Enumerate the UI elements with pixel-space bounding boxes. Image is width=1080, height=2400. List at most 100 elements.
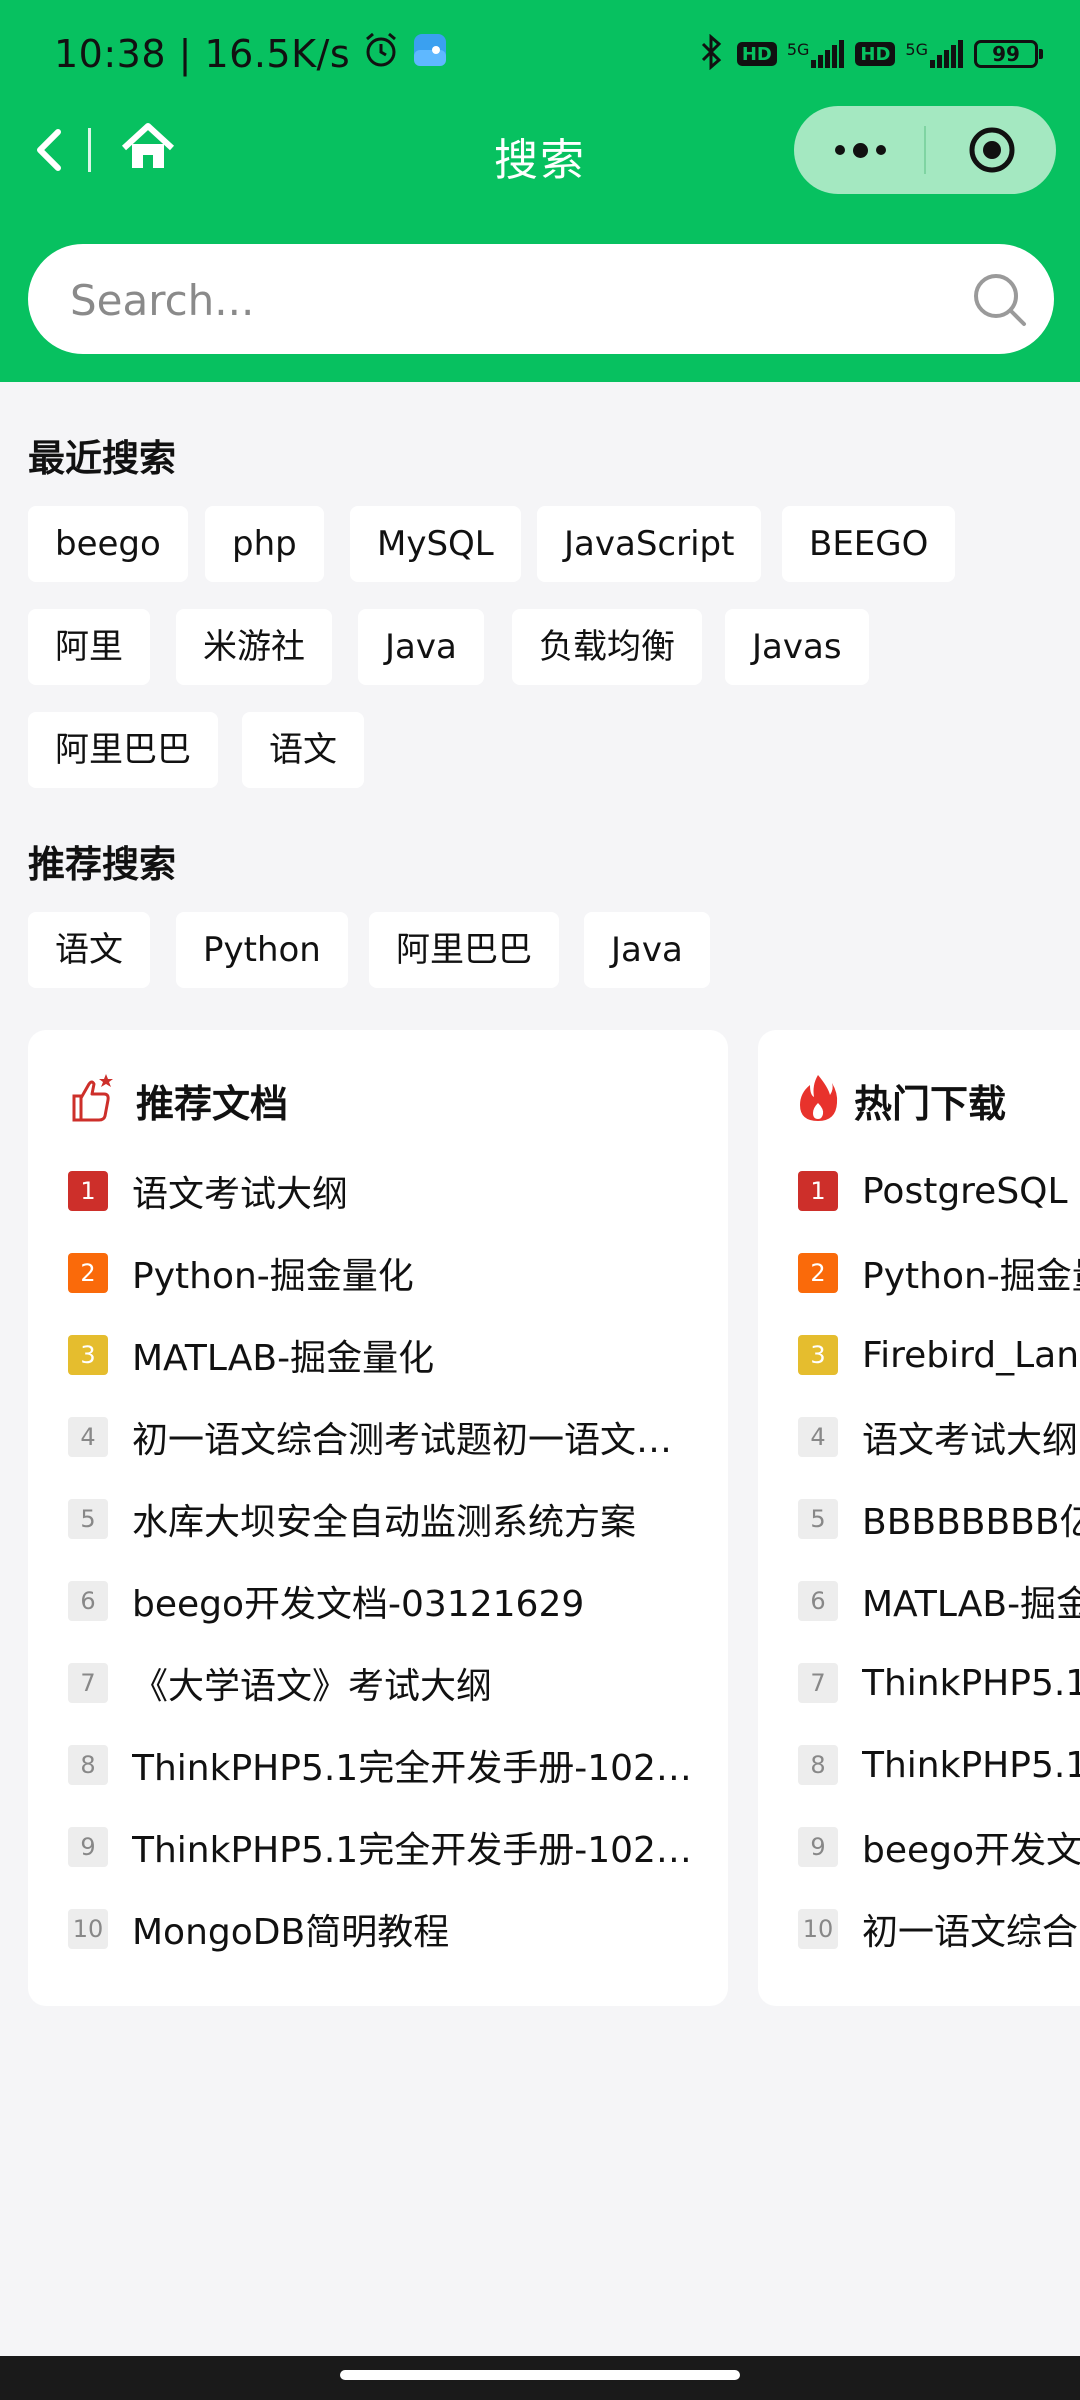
item-title: ThinkPHP5.1 <box>862 1662 1080 1704</box>
list-item[interactable]: 7 ThinkPHP5.1 <box>798 1642 1080 1724</box>
search-tag[interactable]: Javas <box>725 609 869 685</box>
rank-badge: 2 <box>798 1253 838 1293</box>
item-title: beego开发文档 <box>862 1830 1080 1871</box>
card-title: 推荐文档 <box>136 1081 289 1126</box>
list-item[interactable]: 8 ThinkPHP5.1 <box>798 1724 1080 1806</box>
status-time: 10:38 <box>54 32 167 76</box>
search-tag[interactable]: 语文 <box>28 912 150 988</box>
list-item[interactable]: 7 《大学语文》考试大纲 <box>68 1642 492 1724</box>
search-tag[interactable]: 米游社 <box>176 609 332 685</box>
list-item[interactable]: 9 beego开发文档 <box>798 1806 1080 1888</box>
search-tag[interactable]: 负载均衡 <box>512 609 702 685</box>
item-title: 初一语文综合测考试题初一语文… <box>132 1420 673 1461</box>
search-tag[interactable]: php <box>205 506 324 582</box>
fire-icon <box>798 1073 838 1127</box>
search-tag[interactable]: 阿里巴巴 <box>28 712 218 788</box>
list-item[interactable]: 5 BBBBBBBB亿 <box>798 1478 1080 1560</box>
hd-badge: HD <box>736 42 777 66</box>
rank-badge: 9 <box>68 1827 108 1867</box>
list-item[interactable]: 8 ThinkPHP5.1完全开发手册-102… <box>68 1724 692 1806</box>
list-item[interactable]: 6 beego开发文档-03121629 <box>68 1560 584 1642</box>
rank-badge: 5 <box>68 1499 108 1539</box>
list-item[interactable]: 10 初一语文综合 <box>798 1888 1078 1970</box>
battery-icon: 99 <box>974 40 1043 68</box>
list-item[interactable]: 4 语文考试大纲 <box>798 1396 1078 1478</box>
item-title: Python-掘金量 <box>862 1256 1080 1297</box>
list-item[interactable]: 10 MongoDB简明教程 <box>68 1888 449 1970</box>
capsule-divider <box>924 126 926 174</box>
rank-badge: 1 <box>798 1171 838 1211</box>
hd-badge-2: HD <box>855 42 896 66</box>
alarm-icon <box>362 31 400 78</box>
list-item[interactable]: 4 初一语文综合测考试题初一语文… <box>68 1396 672 1478</box>
status-separator: | <box>166 32 205 76</box>
signal-5g-icon-2: 5G <box>905 40 964 68</box>
rank-badge: 6 <box>798 1581 838 1621</box>
rank-badge: 8 <box>68 1745 108 1785</box>
status-speed: 16.5K/s <box>204 32 351 76</box>
search-bar[interactable] <box>28 244 1054 356</box>
rank-badge: 7 <box>68 1663 108 1703</box>
recommended-docs-card: 推荐文档 1 语文考试大纲 2 Python-掘金量化 3 MATLAB-掘金量化 4… <box>28 1030 728 2006</box>
item-title: MATLAB-掘金量化 <box>132 1338 435 1379</box>
rank-badge: 6 <box>68 1581 108 1621</box>
list-item[interactable]: 1 语文考试大纲 <box>68 1150 348 1232</box>
item-title: 初一语文综合 <box>862 1912 1079 1953</box>
item-title: 《大学语文》考试大纲 <box>132 1666 493 1707</box>
list-item[interactable]: 9 ThinkPHP5.1完全开发手册-102… <box>68 1806 692 1888</box>
item-title: ThinkPHP5.1完全开发手册-102… <box>132 1830 692 1871</box>
thumbs-up-icon <box>68 1072 114 1128</box>
search-tag[interactable]: MySQL <box>350 506 521 582</box>
item-title: BBBBBBBB亿 <box>862 1502 1080 1543</box>
network-type: 5G <box>786 40 810 59</box>
network-type-2: 5G <box>905 40 928 59</box>
rank-badge: 3 <box>798 1335 838 1375</box>
search-tag[interactable]: 阿里巴巴 <box>369 912 559 988</box>
rank-badge: 4 <box>798 1417 838 1457</box>
item-title: Firebird_Lang <box>862 1334 1080 1376</box>
hot-downloads-card: 热门下载 1 PostgreSQL 1 2 Python-掘金量 3 Firebird… <box>758 1030 1080 2006</box>
list-item[interactable]: 2 Python-掘金量 <box>798 1232 1080 1314</box>
item-title: MongoDB简明教程 <box>132 1912 450 1953</box>
bluetooth-icon <box>695 33 727 75</box>
search-icon[interactable] <box>972 272 1028 328</box>
search-tag[interactable]: Python <box>176 912 348 988</box>
list-item[interactable]: 5 水库大坝安全自动监测系统方案 <box>68 1478 636 1560</box>
header: 10:38 | 16.5K/s HD 5G HD 5G 99 搜索 Search… <box>0 0 1080 382</box>
search-tag[interactable]: 阿里 <box>28 609 150 685</box>
rank-badge: 3 <box>68 1335 108 1375</box>
list-item[interactable]: 3 Firebird_Lang <box>798 1314 1080 1396</box>
list-item[interactable]: 2 Python-掘金量化 <box>68 1232 414 1314</box>
nav-bar: 搜索 <box>0 104 1080 196</box>
miniprogram-capsule <box>794 106 1056 194</box>
search-tag[interactable]: JavaScript <box>537 506 762 582</box>
rank-badge: 7 <box>798 1663 838 1703</box>
item-title: 水库大坝安全自动监测系统方案 <box>132 1502 637 1543</box>
battery-level: 99 <box>992 42 1020 66</box>
search-input[interactable] <box>68 244 952 356</box>
item-title: 语文考试大纲 <box>132 1174 349 1215</box>
search-tag[interactable]: 语文 <box>242 712 364 788</box>
search-tag[interactable]: Java <box>358 609 484 685</box>
item-title: PostgreSQL 1 <box>862 1170 1080 1212</box>
search-tag[interactable]: beego <box>28 506 188 582</box>
more-icon[interactable] <box>830 126 890 174</box>
search-tag[interactable]: BEEGO <box>782 506 956 582</box>
rank-badge: 1 <box>68 1171 108 1211</box>
recommend-search-title: 推荐搜索 <box>28 843 176 886</box>
rank-badge: 4 <box>68 1417 108 1457</box>
close-miniprogram-icon[interactable] <box>968 126 1016 174</box>
list-item[interactable]: 1 PostgreSQL 1 <box>798 1150 1080 1232</box>
recent-search-title: 最近搜索 <box>28 437 176 480</box>
signal-5g-icon: 5G <box>787 40 846 68</box>
list-item[interactable]: 3 MATLAB-掘金量化 <box>68 1314 434 1396</box>
search-tag[interactable]: Java <box>584 912 710 988</box>
home-indicator[interactable] <box>340 2370 740 2380</box>
card-header: 推荐文档 <box>68 1068 288 1132</box>
list-item[interactable]: 6 MATLAB-掘金 <box>798 1560 1080 1642</box>
rank-badge: 10 <box>798 1909 838 1949</box>
item-title: 语文考试大纲 <box>862 1420 1079 1461</box>
rank-badge: 9 <box>798 1827 838 1867</box>
item-title: ThinkPHP5.1完全开发手册-102… <box>132 1748 692 1789</box>
item-title: MATLAB-掘金 <box>862 1584 1080 1625</box>
